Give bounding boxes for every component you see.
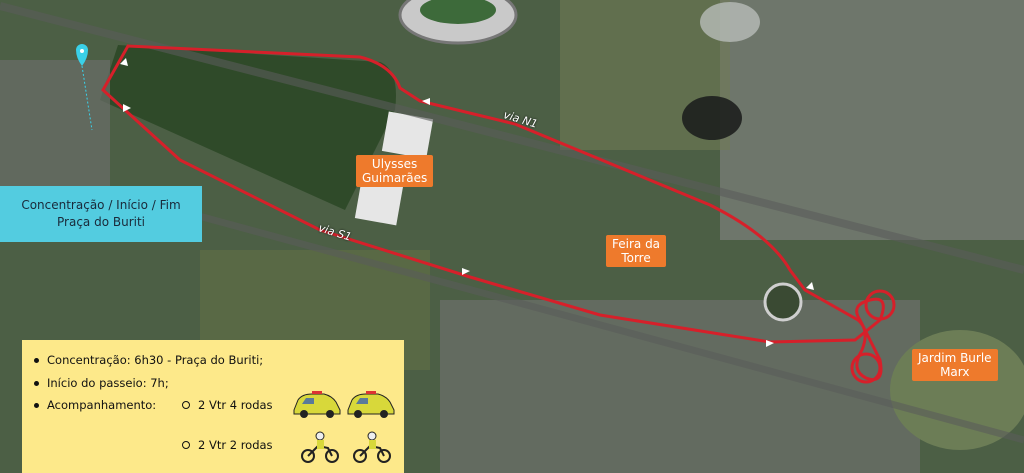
police-car-icon — [347, 391, 395, 418]
start-info-box: Concentração / Início / Fim Praça do Bur… — [0, 186, 202, 242]
roundabout — [763, 282, 803, 322]
legend-item-acompanhamento: Acompanhamento: — [34, 398, 156, 412]
police-car-icon — [293, 391, 341, 418]
legend-item-concentracao: Concentração: 6h30 - Praça do Buriti; — [34, 353, 263, 367]
police-motorcycle-icon — [353, 431, 391, 463]
legend-sub-motos: 2 Vtr 2 rodas — [182, 438, 273, 452]
place-label-feira: Feira da Torre — [606, 235, 667, 267]
start-info-line1: Concentração / Início / Fim — [21, 198, 181, 212]
legend-box: Concentração: 6h30 - Praça do Buriti; In… — [22, 340, 404, 473]
legend-item-inicio: Início do passeio: 7h; — [34, 376, 169, 390]
police-motorcycle-icon — [301, 431, 339, 463]
place-label-ulysses: Ulysses Guimarães — [356, 155, 434, 187]
start-info-line2: Praça do Buriti — [57, 215, 145, 229]
legend-sub-cars: 2 Vtr 4 rodas — [182, 398, 273, 412]
place-label-jardim: Jardim Burle Marx — [912, 349, 998, 381]
